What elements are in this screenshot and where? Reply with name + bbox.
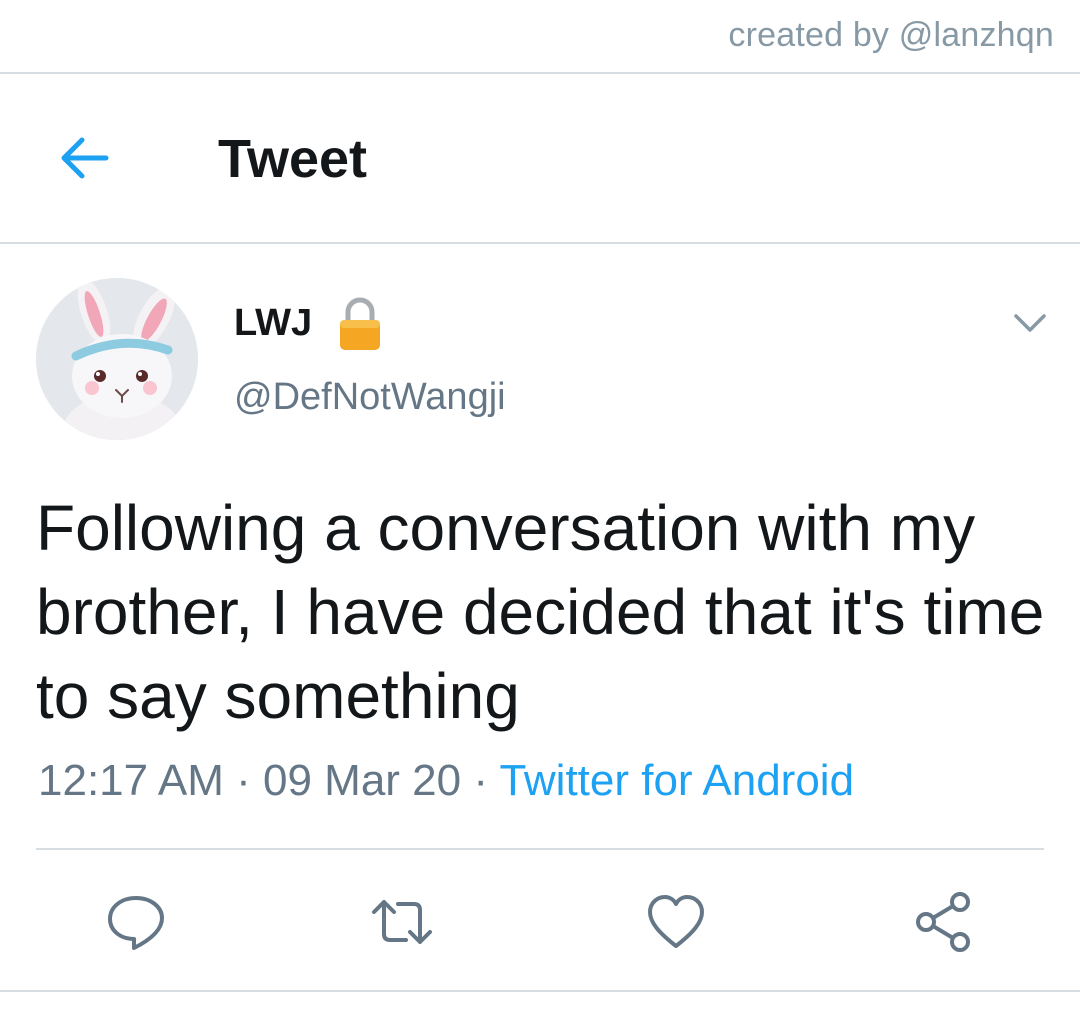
display-name[interactable]: LWJ xyxy=(234,302,312,345)
top-divider xyxy=(0,72,1080,74)
share-icon xyxy=(916,892,970,952)
page-title: Tweet xyxy=(218,129,368,189)
app-header: Tweet xyxy=(0,76,1080,242)
bottom-divider xyxy=(0,990,1080,992)
arrow-left-icon xyxy=(61,137,109,179)
share-button[interactable] xyxy=(912,890,976,954)
back-button[interactable] xyxy=(54,130,116,186)
credit-text: created by @lanzhqn xyxy=(728,16,1054,54)
tweet-meta: 12:17 AM · 09 Mar 20 · Twitter for Andro… xyxy=(38,756,854,806)
tweet-actions xyxy=(0,884,1080,964)
user-handle[interactable]: @DefNotWangji xyxy=(234,376,506,419)
retweet-button[interactable] xyxy=(370,890,434,954)
meta-separator: · xyxy=(461,756,500,805)
avatar[interactable] xyxy=(36,278,198,440)
meta-separator: · xyxy=(223,756,264,805)
retweet-icon xyxy=(372,900,432,944)
tweet-source-link[interactable]: Twitter for Android xyxy=(499,756,854,805)
chevron-down-icon[interactable] xyxy=(1010,308,1050,336)
tweet-time: 12:17 AM xyxy=(38,756,224,805)
reply-icon xyxy=(108,896,164,950)
reply-button[interactable] xyxy=(104,890,168,954)
bunny-avatar-image xyxy=(36,278,198,440)
like-button[interactable] xyxy=(644,890,708,954)
tweet-text: Following a conversation with my brother… xyxy=(36,492,1045,732)
tweet-date: 09 Mar 20 xyxy=(263,756,462,805)
header-divider xyxy=(0,242,1080,244)
heart-icon xyxy=(648,895,704,948)
meta-divider xyxy=(36,848,1044,850)
lock-icon xyxy=(340,297,380,350)
